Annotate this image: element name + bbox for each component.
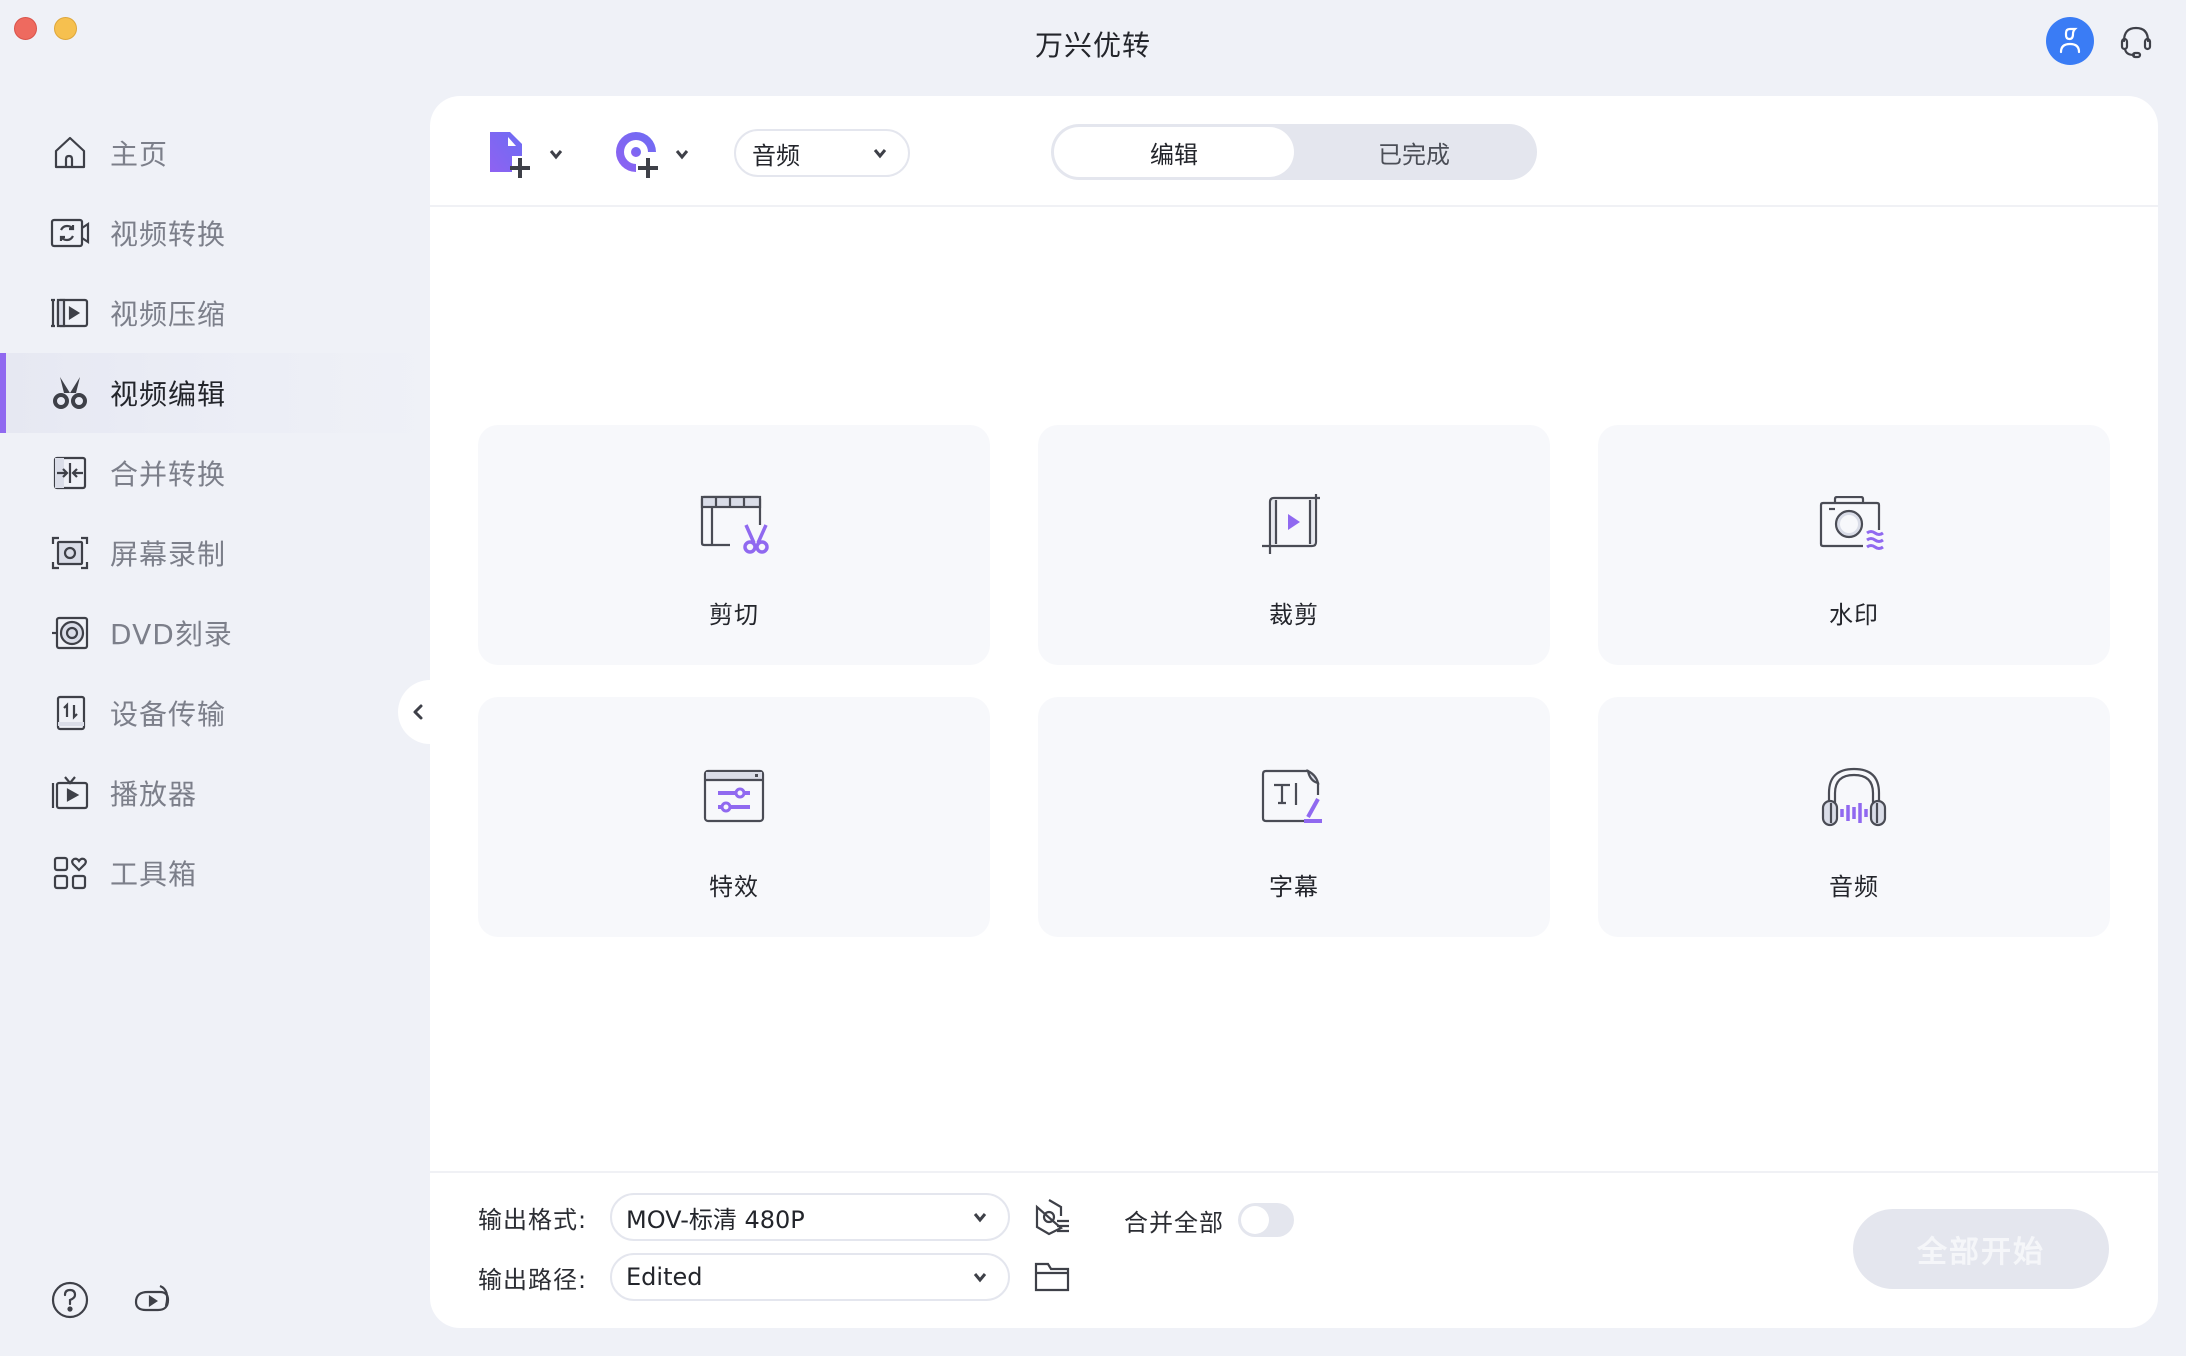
home-icon: [50, 133, 90, 173]
crop-icon: [1254, 485, 1334, 565]
toolbar: 音频 编辑 已完成: [430, 96, 2158, 207]
device-transfer-icon: [50, 693, 90, 733]
tool-label: 音频: [1829, 873, 1879, 901]
output-path-row: 输出路径: Edited: [478, 1253, 1072, 1301]
tool-label: 剪切: [709, 601, 759, 629]
tool-label: 裁剪: [1269, 601, 1319, 629]
output-format-dropdown[interactable]: MOV-标清 480P: [610, 1193, 1010, 1241]
audio-icon: [1814, 757, 1894, 837]
settings-hexagon-icon: [1035, 1199, 1069, 1236]
tool-label: 特效: [709, 873, 759, 901]
dvd-icon: [50, 613, 90, 653]
add-file-button[interactable]: [486, 128, 564, 180]
chevron-down-icon: [549, 150, 563, 160]
video-compress-icon: [50, 293, 90, 333]
toolbox-icon: [50, 853, 90, 893]
tutorial-icon: [134, 1284, 170, 1312]
tool-card-trim[interactable]: 剪切: [478, 425, 990, 665]
sidebar-item-label: 工具箱: [110, 858, 198, 891]
tab-finished[interactable]: 已完成: [1294, 127, 1534, 177]
app-window: 万兴优转 主页 视频转换 视频压缩 视频编辑 合并转换 屏幕录制 DVD刻录 设…: [0, 0, 2186, 1356]
sidebar-item-label: 合并转换: [110, 458, 227, 491]
merge-all-label: 合并全部: [1124, 1209, 1224, 1237]
sidebar-item-video-edit[interactable]: 视频编辑: [0, 353, 430, 433]
tool-card-watermark[interactable]: 水印: [1598, 425, 2110, 665]
tool-card-subtitle[interactable]: 字幕: [1038, 697, 1550, 937]
sidebar-item-label: 屏幕录制: [110, 538, 227, 571]
chevron-down-icon: [973, 1213, 987, 1223]
user-icon: [2059, 27, 2081, 54]
headset-icon: [2120, 26, 2152, 59]
help-icon: [51, 1281, 89, 1319]
sidebar-item-home[interactable]: 主页: [0, 113, 430, 193]
sidebar-item-label: 设备传输: [110, 698, 227, 731]
sidebar-item-label: 视频转换: [110, 218, 227, 251]
tool-card-audio[interactable]: 音频: [1598, 697, 2110, 937]
output-format-value: MOV-标清 480P: [626, 1205, 805, 1234]
output-path-label: 输出路径:: [478, 1265, 588, 1294]
add-file-icon: [490, 132, 530, 178]
sidebar-item-video-compress[interactable]: 视频压缩: [0, 273, 430, 353]
merge-icon: [50, 453, 90, 493]
add-disc-button[interactable]: [612, 128, 690, 180]
screen-record-icon: [50, 533, 90, 573]
tool-card-crop[interactable]: 裁剪: [1038, 425, 1550, 665]
help-button[interactable]: [50, 1280, 90, 1320]
trim-icon: [694, 485, 774, 565]
chevron-down-icon: [675, 150, 689, 160]
media-type-dropdown[interactable]: 音频: [734, 129, 910, 177]
tutorial-button[interactable]: [132, 1280, 172, 1320]
account-button[interactable]: [2046, 17, 2094, 65]
tool-card-effects[interactable]: 特效: [478, 697, 990, 937]
watermark-icon: [1814, 485, 1894, 565]
sidebar-item-device-transfer[interactable]: 设备传输: [0, 673, 430, 753]
sidebar-item-toolbox[interactable]: 工具箱: [0, 833, 430, 913]
scissors-icon: [50, 373, 90, 413]
sidebar-item-label: 主页: [110, 138, 169, 171]
chevron-down-icon: [873, 149, 887, 159]
output-format-row: 输出格式: MOV-标清 480P: [478, 1193, 1072, 1241]
chevron-left-icon: [413, 704, 423, 720]
video-convert-icon: [50, 213, 90, 253]
sidebar-item-merge[interactable]: 合并转换: [0, 433, 430, 513]
sidebar-item-label: DVD刻录: [110, 618, 233, 651]
output-format-label: 输出格式:: [478, 1205, 588, 1234]
merge-all-toggle[interactable]: [1238, 1203, 1294, 1237]
format-settings-button[interactable]: [1032, 1197, 1072, 1237]
sidebar-item-label: 视频压缩: [110, 298, 227, 331]
sidebar-item-video-convert[interactable]: 视频转换: [0, 193, 430, 273]
sidebar-item-screen-record[interactable]: 屏幕录制: [0, 513, 430, 593]
sidebar-item-dvd[interactable]: DVD刻录: [0, 593, 430, 673]
status-tabs: 编辑 已完成: [1051, 124, 1537, 180]
player-icon: [50, 773, 90, 813]
folder-icon: [1034, 1262, 1070, 1292]
toggle-knob: [1241, 1206, 1269, 1234]
media-type-value: 音频: [752, 141, 800, 170]
output-settings-bar: 输出格式: MOV-标清 480P 合并全部 输出路径: Edited 全部开始: [430, 1171, 2158, 1328]
sidebar-item-player[interactable]: 播放器: [0, 753, 430, 833]
effects-icon: [694, 757, 774, 837]
output-path-value: Edited: [626, 1263, 703, 1291]
output-path-dropdown[interactable]: Edited: [610, 1253, 1010, 1301]
subtitle-icon: [1254, 757, 1334, 837]
open-folder-button[interactable]: [1032, 1257, 1072, 1297]
sidebar-item-label: 播放器: [110, 778, 198, 811]
support-button[interactable]: [2112, 17, 2160, 65]
app-title: 万兴优转: [1034, 29, 1151, 62]
chevron-down-icon: [973, 1273, 987, 1283]
sidebar-item-label: 视频编辑: [110, 378, 227, 411]
main-panel: 音频 编辑 已完成 剪切 裁剪 水印 特效 字幕 音频 输出格式: MOV-标清…: [430, 96, 2158, 1328]
add-disc-icon: [616, 132, 658, 178]
tool-label: 字幕: [1269, 873, 1319, 901]
sidebar-footer: [50, 1280, 172, 1320]
tool-label: 水印: [1829, 601, 1879, 629]
tab-editing[interactable]: 编辑: [1054, 127, 1294, 177]
start-all-button[interactable]: 全部开始: [1853, 1209, 2109, 1289]
